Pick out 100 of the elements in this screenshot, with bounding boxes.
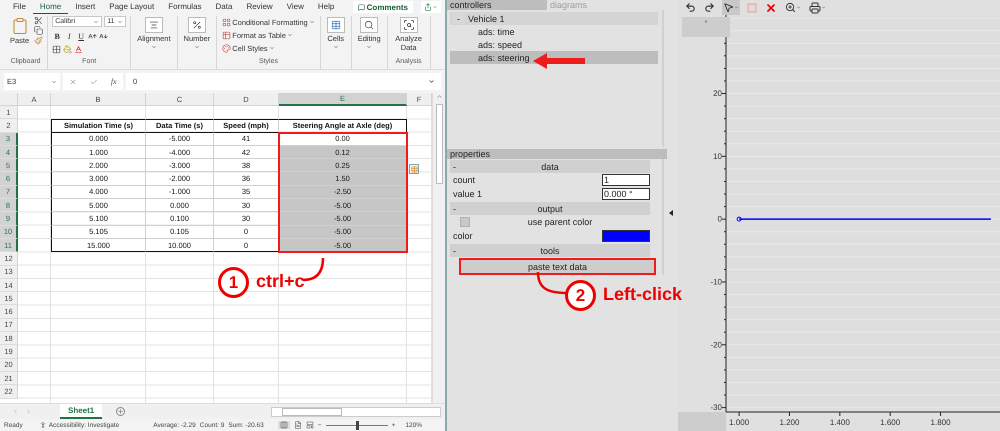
borders-icon bbox=[52, 45, 62, 54]
caret-icon bbox=[150, 44, 157, 50]
palette-icon bbox=[222, 44, 232, 52]
previous-sheet-icon bbox=[12, 408, 19, 415]
caret-icon bbox=[332, 44, 339, 50]
square-icon bbox=[747, 2, 757, 12]
x-tick-label: 1.600 bbox=[880, 418, 900, 427]
pointer-icon bbox=[723, 2, 734, 13]
collapse-toggle[interactable]: - bbox=[450, 246, 464, 256]
leader-line bbox=[303, 258, 325, 282]
sheet-tab[interactable]: Sheet1 bbox=[60, 404, 102, 419]
ribbon-tab[interactable]: Review bbox=[239, 0, 280, 14]
search-icon bbox=[364, 20, 374, 30]
share-button[interactable] bbox=[421, 1, 441, 13]
tree-item[interactable]: ads: speed bbox=[450, 38, 658, 51]
comments-button[interactable]: Comments bbox=[352, 1, 413, 13]
insert-function-button[interactable]: fx bbox=[110, 77, 117, 86]
page-break-icon bbox=[306, 421, 314, 429]
page-layout-icon bbox=[294, 421, 302, 429]
caret-icon bbox=[194, 44, 200, 50]
leader-line bbox=[537, 272, 567, 296]
grid-icon bbox=[222, 18, 232, 26]
caret-icon bbox=[796, 5, 801, 10]
tree-label: Vehicle 1 bbox=[468, 14, 505, 24]
shrink-font-icon bbox=[99, 32, 108, 40]
section-title: output bbox=[536, 204, 564, 214]
quick-analysis-button[interactable] bbox=[409, 164, 419, 174]
collapse-toggle[interactable]: - bbox=[450, 162, 464, 172]
paintbrush-icon bbox=[34, 36, 44, 45]
copy-icon bbox=[34, 26, 44, 35]
collapse-arrow-icon[interactable] bbox=[669, 210, 673, 216]
checkbox-label: use parent color bbox=[526, 217, 594, 227]
ribbon-tab[interactable]: Page Layout bbox=[102, 0, 162, 14]
cancel-icon bbox=[69, 78, 78, 86]
ribbon-tab[interactable]: Formulas bbox=[161, 0, 209, 14]
property-label: value 1 bbox=[453, 189, 482, 199]
x-tick-label: 1.000 bbox=[729, 418, 750, 427]
enter-icon bbox=[90, 78, 98, 86]
caret-icon bbox=[117, 18, 124, 24]
y-tick-label: 20 bbox=[713, 89, 722, 98]
ribbon-tab[interactable]: Help bbox=[310, 0, 342, 14]
share-icon bbox=[424, 3, 432, 11]
properties-header: properties bbox=[447, 149, 667, 159]
caret-icon bbox=[286, 32, 293, 38]
caret-icon bbox=[51, 78, 57, 84]
normal-view-icon bbox=[280, 421, 288, 429]
accessibility-icon bbox=[38, 421, 47, 429]
caret-icon bbox=[308, 19, 315, 25]
caret-icon bbox=[366, 44, 372, 50]
redo-icon bbox=[704, 2, 715, 13]
caret-icon bbox=[734, 5, 739, 10]
tree-group-row[interactable]: - Vehicle 1 bbox=[450, 12, 658, 25]
property-field[interactable]: 0.000 ° bbox=[602, 188, 650, 200]
panel-tab[interactable]: controllers bbox=[447, 0, 547, 10]
grow-font-icon bbox=[88, 32, 98, 40]
align-icon bbox=[148, 20, 159, 30]
font-color-icon bbox=[74, 45, 84, 54]
ribbon-tab[interactable]: View bbox=[280, 0, 311, 14]
y-tick-label: 10 bbox=[713, 152, 722, 161]
ribbon-tab[interactable]: Insert bbox=[68, 0, 102, 14]
comment-icon bbox=[358, 4, 365, 10]
caret-icon bbox=[428, 78, 435, 85]
caret-icon bbox=[93, 18, 100, 24]
ribbon-tab[interactable]: File bbox=[6, 0, 33, 14]
property-label: count bbox=[453, 175, 476, 185]
scroll-up-icon bbox=[436, 93, 442, 100]
annotation-label: Left-click bbox=[603, 284, 682, 305]
table-icon bbox=[330, 20, 341, 30]
collapse-toggle[interactable]: - bbox=[450, 204, 464, 214]
paste-text-button[interactable]: paste text data bbox=[461, 260, 654, 273]
axis-corner bbox=[678, 412, 726, 431]
caret-icon bbox=[821, 5, 826, 10]
tree-item[interactable]: ads: time bbox=[450, 25, 658, 38]
delete-icon bbox=[765, 2, 777, 14]
collapse-toggle[interactable]: - bbox=[452, 13, 465, 24]
color-swatch[interactable] bbox=[602, 230, 650, 242]
zoom-slider-thumb[interactable] bbox=[356, 420, 359, 430]
section-title: data bbox=[540, 162, 560, 172]
magnifier-icon bbox=[785, 2, 796, 13]
property-label: color bbox=[453, 231, 473, 241]
annotation-label: ctrl+c bbox=[256, 271, 305, 292]
print-button[interactable] bbox=[808, 0, 827, 15]
horizontal-scrollbar[interactable] bbox=[271, 406, 441, 416]
undo-icon bbox=[685, 2, 696, 13]
caret-icon bbox=[432, 4, 438, 10]
y-tick-label: -20 bbox=[710, 340, 722, 350]
clipboard-icon bbox=[10, 17, 29, 35]
zoom-button[interactable] bbox=[784, 0, 802, 15]
caret-icon bbox=[268, 45, 275, 51]
property-field[interactable]: 1 bbox=[602, 174, 650, 186]
italic-button[interactable]: I bbox=[64, 30, 74, 42]
x-tick-label: 1.400 bbox=[830, 418, 850, 427]
bold-button[interactable]: B bbox=[52, 30, 62, 42]
checkbox[interactable] bbox=[460, 217, 470, 227]
underline-button[interactable]: U bbox=[76, 30, 86, 42]
table-icon bbox=[222, 30, 232, 40]
pointer-button[interactable] bbox=[722, 0, 740, 15]
add-sheet-icon[interactable] bbox=[116, 407, 126, 416]
next-sheet-icon bbox=[25, 408, 32, 415]
ribbon-tab[interactable]: Data bbox=[208, 0, 240, 14]
